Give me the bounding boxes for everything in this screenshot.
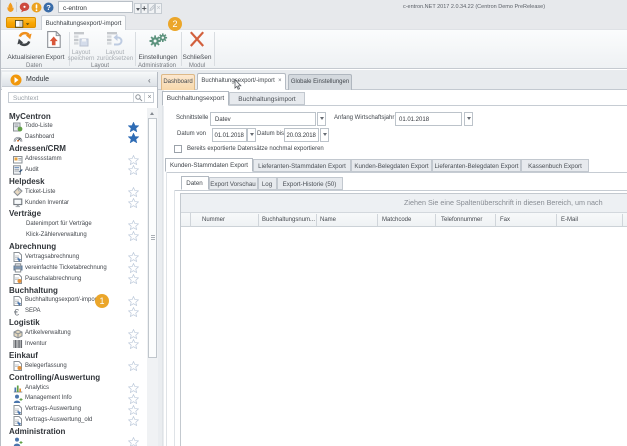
svg-text:€: €: [14, 307, 19, 317]
svg-text:?: ?: [46, 3, 51, 12]
